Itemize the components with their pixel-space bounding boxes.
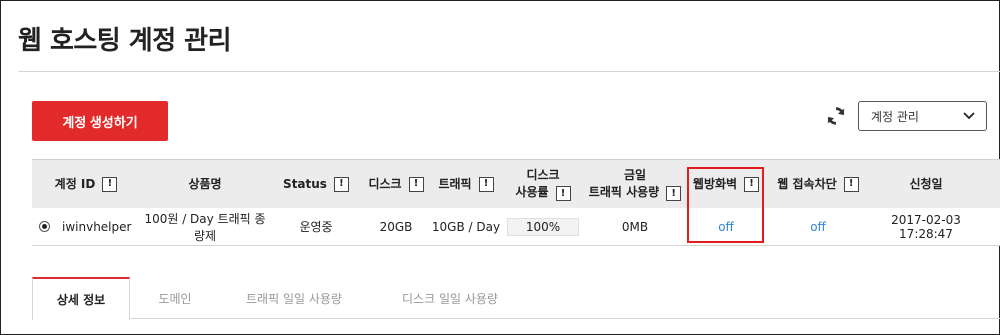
cell-disk: 20GB <box>379 219 413 234</box>
tab-traffic-daily[interactable]: 트래픽 일일 사용량 <box>220 277 368 319</box>
web-firewall-highlight <box>687 167 764 243</box>
header-disk-usage: 디스크 사용률! <box>502 160 584 208</box>
web-block-toggle[interactable]: off <box>766 208 870 245</box>
info-icon[interactable]: ! <box>333 176 349 192</box>
disk-usage-value: 100% <box>525 219 561 234</box>
table-header: 계정 ID! 상품명 Status! 디스크! 트래픽! 디스크 사용률! 금일… <box>32 159 1000 208</box>
tab-details[interactable]: 상세 정보 <box>32 277 130 320</box>
cell-product: 100원 / Day 트래픽 종량제 <box>144 211 266 243</box>
header-disk: 디스크! <box>362 160 430 208</box>
cell-traffic: 10GB / Day <box>431 219 501 234</box>
info-icon[interactable]: ! <box>478 176 494 192</box>
header-product: 상품명 <box>188 176 222 191</box>
cell-applied-date: 2017-02-03 17:28:47 <box>891 212 961 241</box>
cell-status: 운영중 <box>299 220 333 234</box>
header-applied-date: 신청일 <box>909 176 943 191</box>
info-icon[interactable]: ! <box>843 176 859 192</box>
create-account-button[interactable]: 계정 생성하기 <box>32 101 168 141</box>
info-icon[interactable]: ! <box>666 186 682 202</box>
page-title: 웹 호스팅 계정 관리 <box>18 26 232 56</box>
table-row[interactable]: iwinvhelper 100원 / Day 트래픽 종량제 운영중 20GB … <box>32 208 1000 246</box>
header-account-id: 계정 ID! <box>32 160 140 208</box>
cell-account-id: iwinvhelper <box>62 219 132 234</box>
account-action-select[interactable]: 계정 관리 <box>858 101 987 131</box>
select-value: 계정 관리 <box>871 109 919 124</box>
row-select-radio[interactable] <box>32 208 56 245</box>
disk-usage-bar: 100% <box>507 217 579 236</box>
title-divider <box>18 71 1000 72</box>
header-today-traffic: 금일 트래픽 사용량! <box>584 160 686 208</box>
info-icon[interactable]: ! <box>408 176 424 192</box>
chevron-down-icon <box>962 109 976 123</box>
cell-disk-usage: 100% <box>502 208 584 245</box>
refresh-icon <box>827 107 845 125</box>
header-status: Status! <box>270 160 362 208</box>
tab-disk-daily[interactable]: 디스크 일일 사용량 <box>368 277 532 319</box>
info-icon[interactable]: ! <box>102 176 118 192</box>
info-icon[interactable]: ! <box>555 186 571 202</box>
header-web-block: 웹 접속차단! <box>766 160 870 208</box>
detail-tabs: 상세 정보 도메인 트래픽 일일 사용량 디스크 일일 사용량 <box>32 277 1000 320</box>
refresh-button[interactable] <box>823 103 849 129</box>
header-traffic: 트래픽! <box>430 160 502 208</box>
tab-domain[interactable]: 도메인 <box>130 277 220 319</box>
cell-today-traffic: 0MB <box>621 219 649 234</box>
